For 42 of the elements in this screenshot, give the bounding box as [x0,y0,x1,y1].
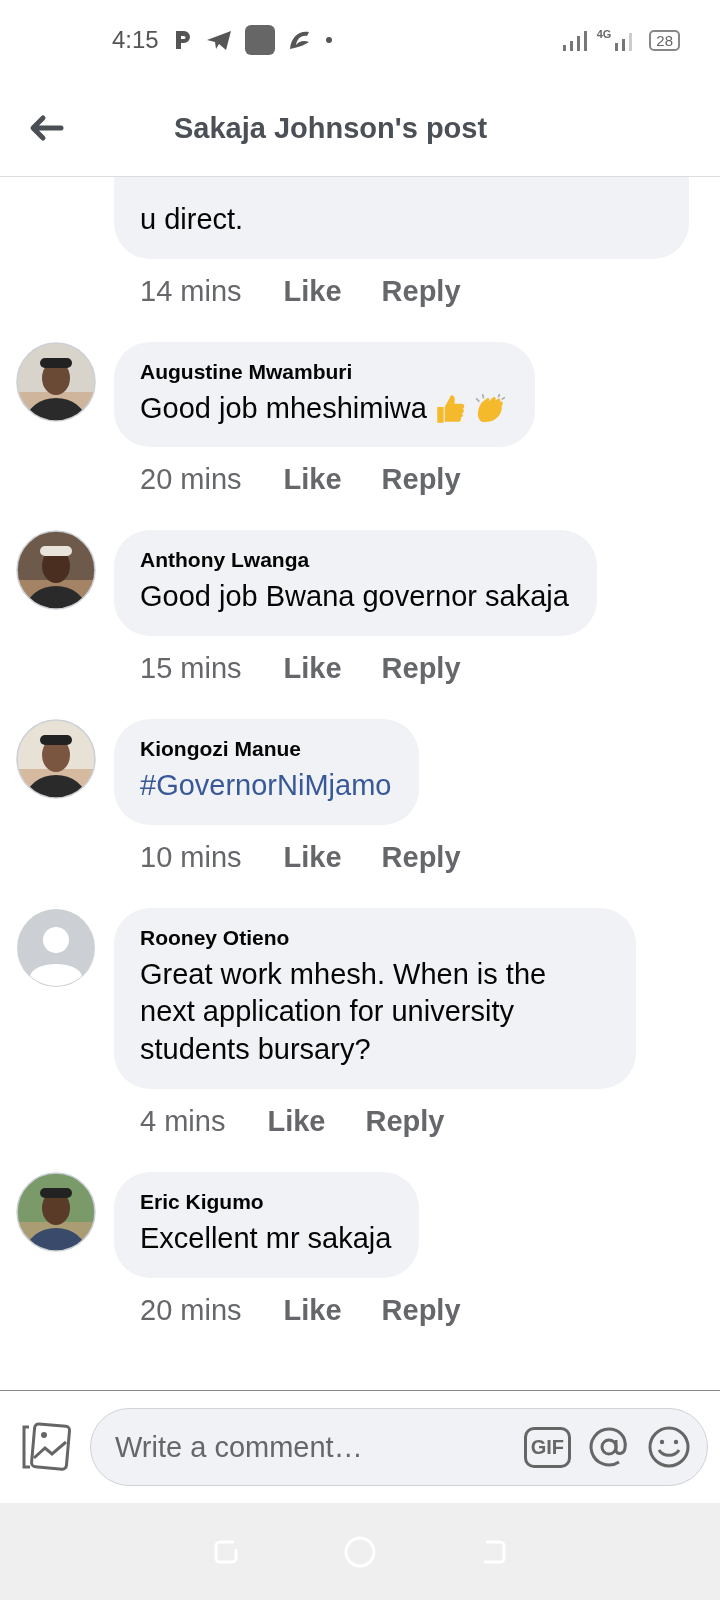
like-link[interactable]: Like [283,840,342,874]
comment-text: Great work mhesh. When is the next application for university students bursary? [140,956,548,1068]
comment-author[interactable]: Eric Kigumo [140,1189,392,1214]
status-time: 4:15 [112,26,159,54]
app-square-icon [244,25,275,55]
comment-author[interactable]: Rooney Otieno [140,925,608,950]
like-link[interactable]: Like [283,463,342,497]
battery-indicator: 28 [649,29,680,51]
reply-link[interactable]: Reply [381,463,461,497]
smiley-icon[interactable] [647,1425,691,1469]
comment-text: Good job mheshimiwa [140,390,427,426]
reply-link[interactable]: Reply [381,274,461,308]
like-link[interactable]: Like [283,652,342,686]
reply-link[interactable]: Reply [381,840,461,874]
comment-text: Good job Bwana governor sakaja [140,579,569,615]
like-link[interactable]: Like [267,1104,326,1138]
signal-icon [562,29,589,51]
hashtag-link[interactable]: #GovernorNiMjamo [140,767,392,805]
comment-time: 14 mins [140,274,242,308]
page-title: Sakaja Johnson's post [174,111,488,145]
like-link[interactable]: Like [283,274,342,308]
reply-link[interactable]: Reply [381,652,461,686]
comment-input-field[interactable]: Write a comment… GIF [90,1408,708,1486]
dot-icon [324,36,333,44]
comment-author[interactable]: Augustine Mwamburi [140,359,507,384]
reply-link[interactable]: Reply [365,1104,445,1138]
reply-link[interactable]: Reply [381,1293,461,1327]
comment-time: 20 mins [140,1293,242,1327]
comment-time: 15 mins [140,652,242,686]
comment-time: 10 mins [140,840,242,874]
comment-author[interactable]: Anthony Lwanga [140,548,569,573]
back-arrow-icon[interactable] [28,114,64,142]
network-label: 4G [596,28,612,40]
comment-author[interactable]: Kiongozi Manue [140,737,392,762]
comment-time: 4 mins [140,1104,226,1138]
like-link[interactable]: Like [283,1293,342,1327]
comment-text: u direct. [140,202,245,237]
comment-text: Excellent mr sakaja [140,1220,392,1256]
photo-gallery-icon[interactable] [20,1422,72,1472]
avatar-silhouette-icon [16,907,96,988]
gif-button[interactable]: GIF [523,1426,571,1468]
comment-time: 20 mins [140,463,242,497]
